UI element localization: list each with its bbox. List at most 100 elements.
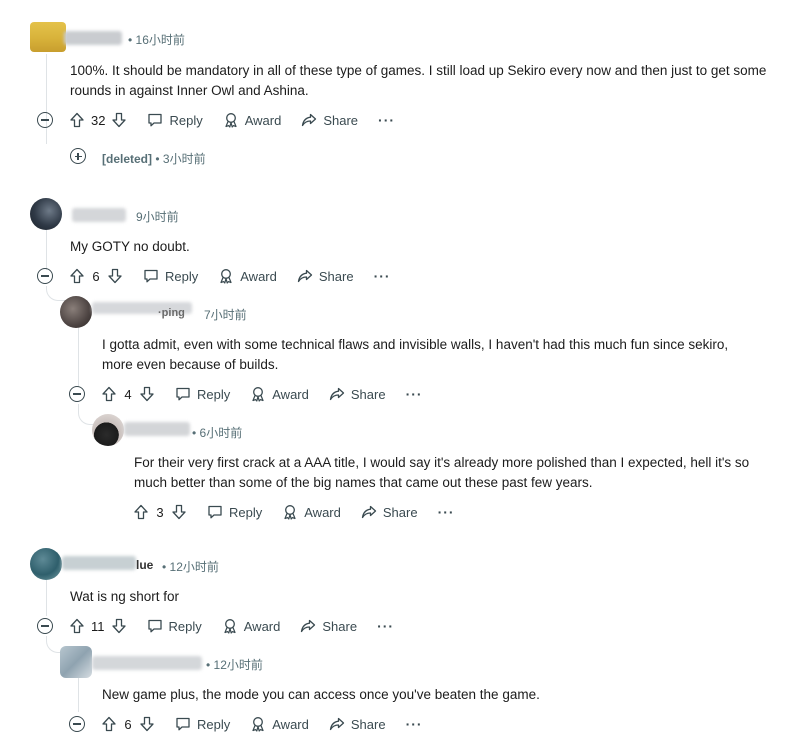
collapse-icon[interactable] (37, 618, 53, 634)
avatar[interactable] (60, 646, 92, 678)
upvote-icon[interactable] (101, 386, 117, 402)
comment-timestamp: 9小时前 (136, 210, 179, 224)
award-icon (225, 113, 237, 128)
reply-button[interactable]: Reply (147, 618, 202, 634)
share-label: Share (323, 112, 359, 128)
reply-label: Reply (168, 618, 202, 634)
reply-icon (148, 113, 163, 127)
share-button[interactable]: Share (300, 618, 357, 634)
comment-actions: 6 Reply Award Share ··· (69, 712, 423, 736)
downvote-icon[interactable] (171, 504, 187, 520)
award-button[interactable]: Award (250, 716, 309, 732)
award-button[interactable]: Award (282, 504, 341, 520)
reply-icon (176, 717, 190, 731)
comment-timestamp: • 3小时前 (155, 152, 206, 166)
comment-text: My GOTY no doubt. (70, 239, 190, 254)
more-options-icon[interactable]: ··· (377, 618, 394, 634)
share-label: Share (350, 386, 386, 402)
reply-button[interactable]: Reply (175, 386, 230, 402)
comment-text: Wat is ng short for (70, 589, 180, 604)
collapse-icon[interactable] (69, 716, 85, 732)
share-button[interactable]: Share (301, 112, 358, 128)
more-options-icon[interactable]: ··· (378, 112, 395, 128)
reply-button[interactable]: Reply (147, 112, 203, 128)
more-options-icon[interactable]: ··· (406, 386, 423, 402)
share-label: Share (318, 268, 354, 284)
reply-label: Reply (165, 268, 199, 284)
comment-text: New game plus, the mode you can access o… (102, 687, 540, 702)
award-label: Award (243, 618, 281, 634)
username-redacted[interactable] (92, 656, 202, 670)
award-label: Award (244, 112, 282, 128)
share-button[interactable]: Share (297, 268, 354, 284)
username-fragment[interactable]: ·ping (158, 307, 185, 319)
downvote-icon[interactable] (111, 618, 127, 634)
comment-timestamp: • 12小时前 (206, 658, 263, 672)
username-redacted[interactable] (72, 208, 126, 222)
share-button[interactable]: Share (329, 386, 386, 402)
award-label: Award (240, 268, 277, 284)
award-button[interactable]: Award (250, 386, 309, 402)
share-icon (329, 387, 345, 401)
comment-timestamp: • 6小时前 (192, 426, 243, 440)
vote-count: 11 (91, 618, 105, 634)
award-icon (252, 717, 264, 732)
username-fragment[interactable]: lue (136, 558, 153, 572)
more-options-icon[interactable]: ··· (438, 504, 455, 520)
upvote-icon[interactable] (101, 716, 117, 732)
vote-group: 3 (133, 504, 187, 520)
vote-group: 6 (69, 268, 123, 284)
comment-text: I gotta admit, even with some technical … (102, 337, 729, 372)
upvote-icon[interactable] (133, 504, 149, 520)
reply-icon (208, 505, 222, 519)
reply-label: Reply (169, 112, 203, 128)
share-button[interactable]: Share (329, 716, 386, 732)
vote-group: 32 (69, 112, 127, 128)
award-icon (220, 269, 232, 284)
award-button[interactable]: Award (222, 618, 281, 634)
deleted-comment[interactable]: [deleted] • 3小时前 (102, 150, 206, 167)
more-options-icon[interactable]: ··· (374, 268, 391, 284)
award-label: Award (272, 386, 309, 402)
award-button[interactable]: Award (218, 268, 277, 284)
reply-label: Reply (229, 504, 263, 520)
share-icon (361, 505, 377, 519)
vote-group: 4 (101, 386, 155, 402)
reply-button[interactable]: Reply (143, 268, 198, 284)
avatar[interactable] (30, 548, 62, 580)
collapse-icon[interactable] (37, 112, 53, 128)
expand-icon[interactable] (70, 148, 86, 164)
downvote-icon[interactable] (139, 716, 155, 732)
reply-icon (144, 269, 158, 283)
award-button[interactable]: Award (223, 112, 282, 128)
award-icon (252, 387, 264, 402)
upvote-icon[interactable] (69, 618, 85, 634)
reply-button[interactable]: Reply (175, 716, 230, 732)
thread-line (46, 580, 47, 616)
downvote-icon[interactable] (107, 268, 123, 284)
more-options-icon[interactable]: ··· (406, 716, 423, 732)
avatar[interactable] (30, 22, 66, 52)
share-button[interactable]: Share (361, 504, 418, 520)
reply-icon (147, 619, 162, 633)
downvote-icon[interactable] (139, 386, 155, 402)
thread-line (78, 326, 79, 386)
avatar[interactable] (92, 414, 124, 446)
reply-button[interactable]: Reply (207, 504, 262, 520)
upvote-icon[interactable] (69, 268, 85, 284)
comment-actions: 11 Reply Award Share ··· (37, 614, 394, 638)
share-icon (301, 619, 316, 633)
username-redacted[interactable] (64, 31, 122, 45)
vote-count: 6 (124, 716, 132, 732)
vote-count: 6 (92, 268, 100, 284)
downvote-icon[interactable] (111, 112, 127, 128)
comment-timestamp: • 12小时前 (162, 560, 219, 574)
avatar[interactable] (30, 198, 62, 230)
username-redacted[interactable] (124, 422, 190, 436)
collapse-icon[interactable] (37, 268, 53, 284)
share-label: Share (382, 504, 418, 520)
avatar[interactable] (60, 296, 92, 328)
username-redacted[interactable] (62, 556, 136, 570)
collapse-icon[interactable] (69, 386, 85, 402)
upvote-icon[interactable] (69, 112, 85, 128)
